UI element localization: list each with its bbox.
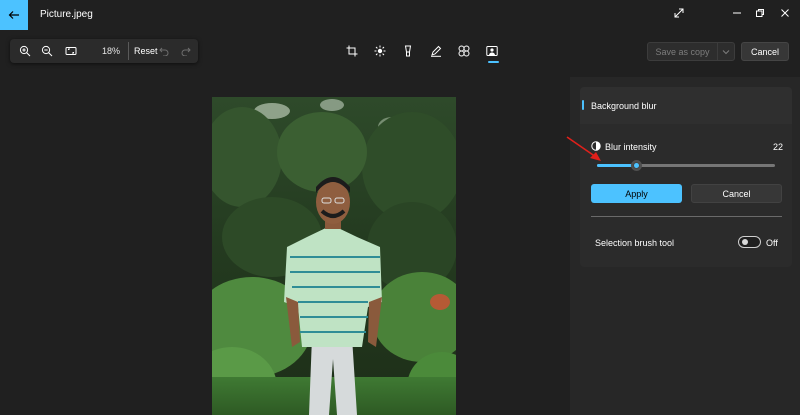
erase-tool-button[interactable] (398, 41, 418, 61)
slider-thumb[interactable] (631, 160, 642, 171)
annotation-arrow-icon (566, 136, 601, 161)
blur-intensity-slider[interactable] (597, 164, 775, 167)
filter-icon (458, 45, 470, 57)
background-tool-button[interactable] (482, 41, 502, 61)
chevron-down-icon (722, 49, 730, 54)
back-arrow-icon (8, 11, 19, 19)
close-icon (781, 9, 789, 17)
expand-button[interactable] (664, 3, 694, 23)
expand-icon (674, 8, 684, 18)
panel-divider (591, 216, 782, 217)
photo-image (212, 97, 456, 415)
restore-icon (756, 9, 764, 17)
title-bar: Picture.jpeg (0, 0, 800, 30)
adjust-tool-button[interactable] (370, 41, 390, 61)
back-button[interactable] (0, 0, 28, 30)
redo-icon (181, 47, 191, 56)
save-as-copy-label: Save as copy (655, 46, 710, 57)
blur-intensity-value: 22 (773, 142, 784, 152)
cancel-button[interactable]: Cancel (691, 184, 782, 203)
undo-icon (159, 47, 169, 56)
save-as-copy-button[interactable]: Save as copy (647, 42, 735, 61)
toolbar-divider (128, 42, 129, 60)
redo-button[interactable] (178, 39, 194, 63)
markup-tool-button[interactable] (426, 41, 446, 61)
pen-icon (431, 45, 442, 57)
zoom-level: 18% (102, 46, 121, 56)
minimize-icon (733, 12, 741, 14)
brightness-icon (374, 45, 386, 57)
fit-to-window-button[interactable] (60, 39, 82, 63)
apply-button[interactable]: Apply (591, 184, 682, 203)
close-button[interactable] (770, 3, 800, 23)
zoom-out-button[interactable] (36, 39, 58, 63)
zoom-toolbar: 18% Reset (10, 39, 198, 63)
selection-brush-state: Off (766, 238, 778, 248)
fit-to-window-icon (65, 47, 77, 55)
cancel-edit-button[interactable]: Cancel (741, 42, 789, 61)
selection-brush-label: Selection brush tool (595, 238, 675, 248)
crop-tool-button[interactable] (342, 41, 362, 61)
photo-canvas[interactable] (212, 97, 456, 415)
erase-icon (404, 45, 412, 57)
reset-button[interactable]: Reset (134, 46, 158, 56)
zoom-out-icon (41, 45, 53, 57)
crop-icon (346, 45, 358, 57)
blur-intensity-label: Blur intensity (605, 142, 657, 152)
undo-button[interactable] (156, 39, 172, 63)
panel-title: Background blur (591, 101, 657, 111)
filter-tool-button[interactable] (454, 41, 474, 61)
toggle-knob (742, 239, 748, 245)
background-icon (486, 46, 498, 56)
selected-indicator (582, 100, 584, 110)
window-title: Picture.jpeg (40, 9, 93, 20)
save-options-dropdown[interactable] (717, 43, 734, 60)
active-tool-indicator (488, 61, 499, 63)
zoom-in-icon (19, 45, 31, 57)
selection-brush-toggle[interactable] (738, 236, 761, 248)
zoom-in-button[interactable] (14, 39, 36, 63)
